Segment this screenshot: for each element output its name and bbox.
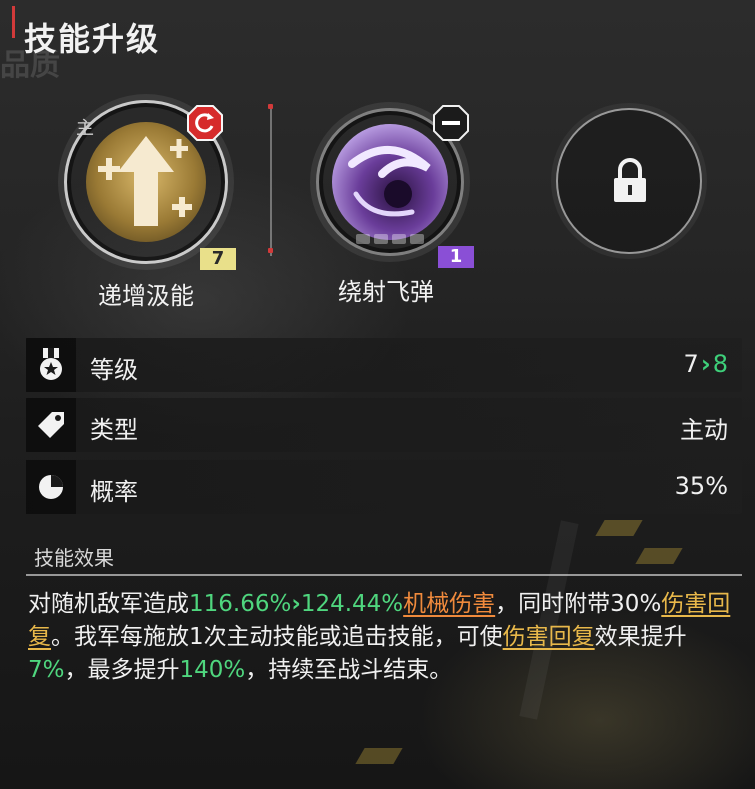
info-row-level-icon-box <box>26 338 76 392</box>
skill-1-level-badge: 7 <box>200 248 236 270</box>
info-row-chance-icon-box <box>26 460 76 514</box>
desc-text: ，最多提升 <box>64 657 180 683</box>
type-label: 类型 <box>90 416 138 444</box>
minus-icon <box>432 104 470 142</box>
info-row-type-icon-box <box>26 398 76 452</box>
lock-icon <box>610 158 650 204</box>
skill-slot-2[interactable]: 1 绕射飞弹 <box>310 104 480 314</box>
damage-type-keyword[interactable]: 机械伤害 <box>403 591 495 617</box>
max-increase-value: 140% <box>179 657 246 683</box>
skill-divider <box>270 106 272 256</box>
damage-current-value: 116.66% <box>189 591 292 617</box>
level-next: 8 <box>712 350 728 378</box>
effect-section-label: 技能效果 <box>34 546 114 570</box>
vortex-icon <box>348 146 431 217</box>
divider-dot-bottom <box>268 248 273 253</box>
skill-slot-1[interactable]: 主 7 递增汲能 <box>60 96 240 316</box>
info-row-level: 等级 7›8 <box>26 338 742 392</box>
type-value: 主动 <box>680 416 728 444</box>
effect-section-divider <box>26 574 742 576</box>
skill-2-level-badge: 1 <box>438 246 474 268</box>
level-label: 等级 <box>90 356 138 384</box>
increase-value: 7% <box>28 657 65 683</box>
skill-2-name: 绕射飞弹 <box>338 278 434 306</box>
page-title: 技能升级 <box>24 20 161 58</box>
desc-text: ，持续至战斗结束。 <box>245 657 453 683</box>
tag-icon <box>38 412 64 438</box>
header-accent-bar <box>12 6 15 38</box>
background-road-marking <box>635 548 683 564</box>
desc-text: 效果提升 <box>594 624 687 650</box>
chance-value: 35% <box>674 472 728 500</box>
skill-2-icon-art <box>332 124 448 240</box>
chance-label: 概率 <box>90 478 138 506</box>
skill-2-rank-pips <box>350 234 430 246</box>
level-value: 7›8 <box>684 350 728 378</box>
skill-1-name: 递增汲能 <box>98 282 194 310</box>
medal-icon <box>40 348 62 380</box>
refresh-icon <box>186 104 224 142</box>
desc-text: 。我军每施放1次主动技能或追击技能，可使 <box>51 624 503 650</box>
upgrade-arrow-icon: › <box>291 591 301 617</box>
divider-dot-top <box>268 104 273 109</box>
level-arrow-icon: › <box>700 350 711 378</box>
info-row-chance: 概率 35% <box>26 460 742 514</box>
desc-text: ，同时附带30% <box>495 591 662 617</box>
level-current: 7 <box>683 350 699 378</box>
skill-1-primary-tag: 主 <box>76 118 94 139</box>
moon-icon <box>39 475 63 499</box>
background-road-marking <box>355 748 403 764</box>
info-row-type: 类型 主动 <box>26 398 742 452</box>
heal-keyword-2[interactable]: 伤害回复 <box>503 624 595 650</box>
desc-text: 对随机敌军造成 <box>28 591 189 617</box>
damage-next-value: 124.44% <box>300 591 404 617</box>
skill-slot-3-locked[interactable] <box>552 104 708 260</box>
background-road-marking <box>595 520 643 536</box>
effect-description: 对随机敌军造成116.66%›124.44%机械伤害，同时附带30% 伤害回复。我… <box>28 588 740 687</box>
